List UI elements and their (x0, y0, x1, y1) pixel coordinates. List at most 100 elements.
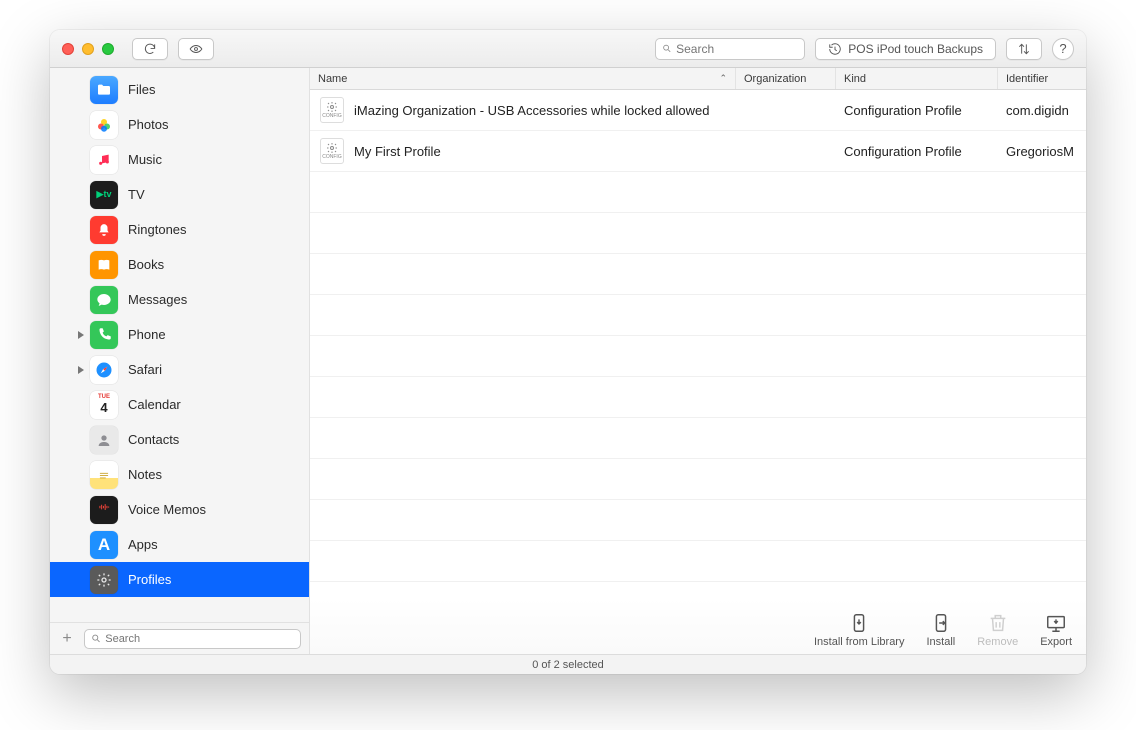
column-identifier[interactable]: Identifier (998, 68, 1086, 89)
sidebar-item-tv[interactable]: ▶tv TV (50, 177, 309, 212)
sidebar-item-messages[interactable]: Messages (50, 282, 309, 317)
statusbar: 0 of 2 selected (50, 654, 1086, 674)
action-bar: Install from Library Install Remove Expo… (310, 598, 1086, 654)
profile-file-icon: CONFIG (320, 97, 344, 123)
refresh-button[interactable] (132, 38, 168, 60)
cell-kind: Configuration Profile (844, 144, 962, 159)
trash-icon (987, 612, 1009, 634)
install-icon (930, 612, 952, 634)
refresh-icon (143, 42, 157, 56)
sidebar-item-label: Music (128, 152, 162, 167)
sidebar-item-ringtones[interactable]: Ringtones (50, 212, 309, 247)
empty-row (310, 336, 1086, 377)
sidebar-item-profiles[interactable]: Profiles (50, 562, 309, 597)
sidebar-item-label: Files (128, 82, 155, 97)
help-button[interactable]: ? (1052, 38, 1074, 60)
column-name[interactable]: Name ⌃ (310, 68, 736, 89)
sidebar-item-label: Photos (128, 117, 168, 132)
empty-row (310, 213, 1086, 254)
toolbar-search-input[interactable] (676, 42, 798, 56)
disclosure-triangle-icon[interactable] (76, 330, 86, 340)
search-icon (662, 43, 672, 54)
sidebar-item-label: Apps (128, 537, 158, 552)
empty-row (310, 172, 1086, 213)
export-button[interactable]: Export (1040, 612, 1072, 648)
sort-asc-icon: ⌃ (719, 73, 727, 84)
install-library-icon (848, 612, 870, 634)
sidebar-item-label: TV (128, 187, 145, 202)
sidebar-item-files[interactable]: Files (50, 72, 309, 107)
sidebar-item-label: Notes (128, 467, 162, 482)
empty-row (310, 377, 1086, 418)
empty-row (310, 254, 1086, 295)
sidebar-item-contacts[interactable]: Contacts (50, 422, 309, 457)
sidebar-item-photos[interactable]: Photos (50, 107, 309, 142)
sidebar-search-input[interactable] (105, 633, 294, 645)
phone-icon (90, 321, 118, 349)
export-icon (1045, 612, 1067, 634)
sidebar-item-books[interactable]: Books (50, 247, 309, 282)
backups-history-label: POS iPod touch Backups (848, 42, 983, 56)
sidebar-item-label: Profiles (128, 572, 171, 587)
music-icon (90, 146, 118, 174)
remove-button: Remove (977, 612, 1018, 648)
help-label: ? (1059, 41, 1066, 56)
empty-row (310, 418, 1086, 459)
books-icon (90, 251, 118, 279)
history-icon (828, 42, 842, 56)
install-button[interactable]: Install (926, 612, 955, 648)
profile-file-icon: CONFIG (320, 138, 344, 164)
calendar-icon: TUE4 (90, 391, 118, 419)
action-label: Install from Library (814, 636, 904, 648)
cell-identifier: GregoriosM (1006, 144, 1074, 159)
install-from-library-button[interactable]: Install from Library (814, 612, 904, 648)
ringtones-icon (90, 216, 118, 244)
cell-name: My First Profile (354, 144, 441, 159)
quicklook-button[interactable] (178, 38, 214, 60)
sort-columns-button[interactable] (1006, 38, 1042, 60)
sidebar-item-phone[interactable]: Phone (50, 317, 309, 352)
column-organization[interactable]: Organization (736, 68, 836, 89)
sidebar-item-voice-memos[interactable]: Voice Memos (50, 492, 309, 527)
column-kind[interactable]: Kind (836, 68, 998, 89)
apps-icon: A (90, 531, 118, 559)
notes-icon (90, 461, 118, 489)
table-body: CONFIG iMazing Organization - USB Access… (310, 90, 1086, 598)
sidebar-footer: + (50, 622, 309, 654)
messages-icon (90, 286, 118, 314)
disclosure-triangle-icon[interactable] (76, 365, 86, 375)
action-label: Remove (977, 636, 1018, 648)
empty-row (310, 541, 1086, 582)
toolbar-search[interactable] (655, 38, 805, 60)
maximize-icon[interactable] (102, 43, 114, 55)
add-button[interactable]: + (58, 630, 76, 648)
backups-history-button[interactable]: POS iPod touch Backups (815, 38, 996, 60)
sidebar-item-calendar[interactable]: TUE4 Calendar (50, 387, 309, 422)
voice-memos-icon (90, 496, 118, 524)
table-row[interactable]: CONFIG My First Profile Configuration Pr… (310, 131, 1086, 172)
minimize-icon[interactable] (82, 43, 94, 55)
empty-row (310, 500, 1086, 541)
tv-icon: ▶tv (90, 181, 118, 209)
sidebar-item-apps[interactable]: A Apps (50, 527, 309, 562)
sidebar-item-music[interactable]: Music (50, 142, 309, 177)
sidebar-item-label: Books (128, 257, 164, 272)
safari-icon (90, 356, 118, 384)
files-icon (90, 76, 118, 104)
status-text: 0 of 2 selected (532, 659, 604, 671)
close-icon[interactable] (62, 43, 74, 55)
sidebar-item-safari[interactable]: Safari (50, 352, 309, 387)
profiles-icon (90, 566, 118, 594)
sidebar-item-notes[interactable]: Notes (50, 457, 309, 492)
sidebar-search[interactable] (84, 629, 301, 649)
contacts-icon (90, 426, 118, 454)
cell-name: iMazing Organization - USB Accessories w… (354, 103, 710, 118)
cell-kind: Configuration Profile (844, 103, 962, 118)
cell-identifier: com.digidn (1006, 103, 1069, 118)
empty-row (310, 459, 1086, 500)
table-row[interactable]: CONFIG iMazing Organization - USB Access… (310, 90, 1086, 131)
sidebar-item-label: Safari (128, 362, 162, 377)
column-label: Organization (744, 73, 806, 85)
sidebar-item-label: Contacts (128, 432, 179, 447)
sidebar-item-label: Messages (128, 292, 187, 307)
